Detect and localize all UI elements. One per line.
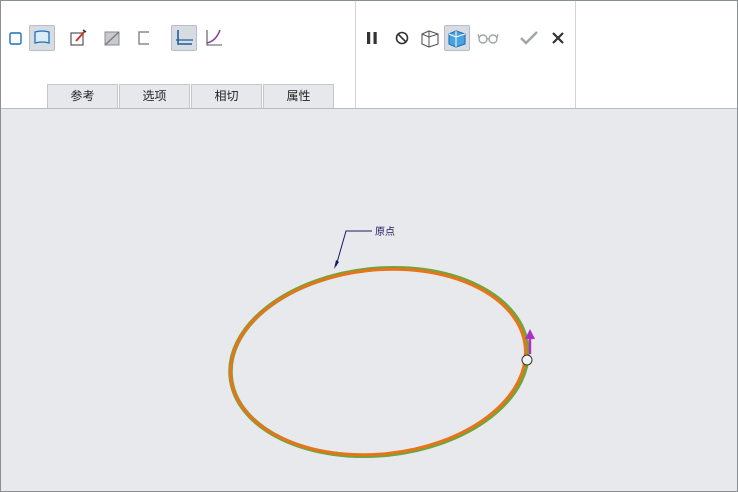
curve-edge [228,265,530,459]
closed-curve[interactable] [221,255,535,469]
graphics-area[interactable] [1,109,737,491]
edit-sketch-icon[interactable] [65,25,91,51]
cancel-icon[interactable] [545,25,571,51]
verify-icon[interactable] [417,25,443,51]
tab-tangency[interactable]: 相切 [191,84,262,108]
confirm-icon[interactable] [516,25,542,51]
thicken-icon[interactable] [131,25,157,51]
start-point-handle[interactable] [521,354,533,366]
normal-section-icon[interactable] [171,25,197,51]
group-separator [575,1,576,108]
origin-label: 原点 [375,227,395,238]
no-preview-icon[interactable] [389,25,415,51]
remove-material-icon[interactable] [99,25,125,51]
glasses-icon[interactable] [475,25,501,51]
solid-icon[interactable] [3,25,29,51]
group-separator [355,1,356,108]
tab-properties[interactable]: 属性 [263,84,334,108]
origin-leader-arrow [334,260,339,269]
origin-leader [335,230,372,267]
model-view [221,230,535,469]
pause-icon[interactable] [359,25,385,51]
curve-icon[interactable] [200,25,226,51]
application-window: 参考 选项 相切 属性 原点 [0,0,738,492]
tab-references[interactable]: 参考 [47,84,118,108]
surface-icon[interactable] [29,25,55,51]
preview-icon[interactable] [444,25,470,51]
tab-options[interactable]: 选项 [119,84,190,108]
feature-dashboard: 参考 选项 相切 属性 [1,1,737,109]
